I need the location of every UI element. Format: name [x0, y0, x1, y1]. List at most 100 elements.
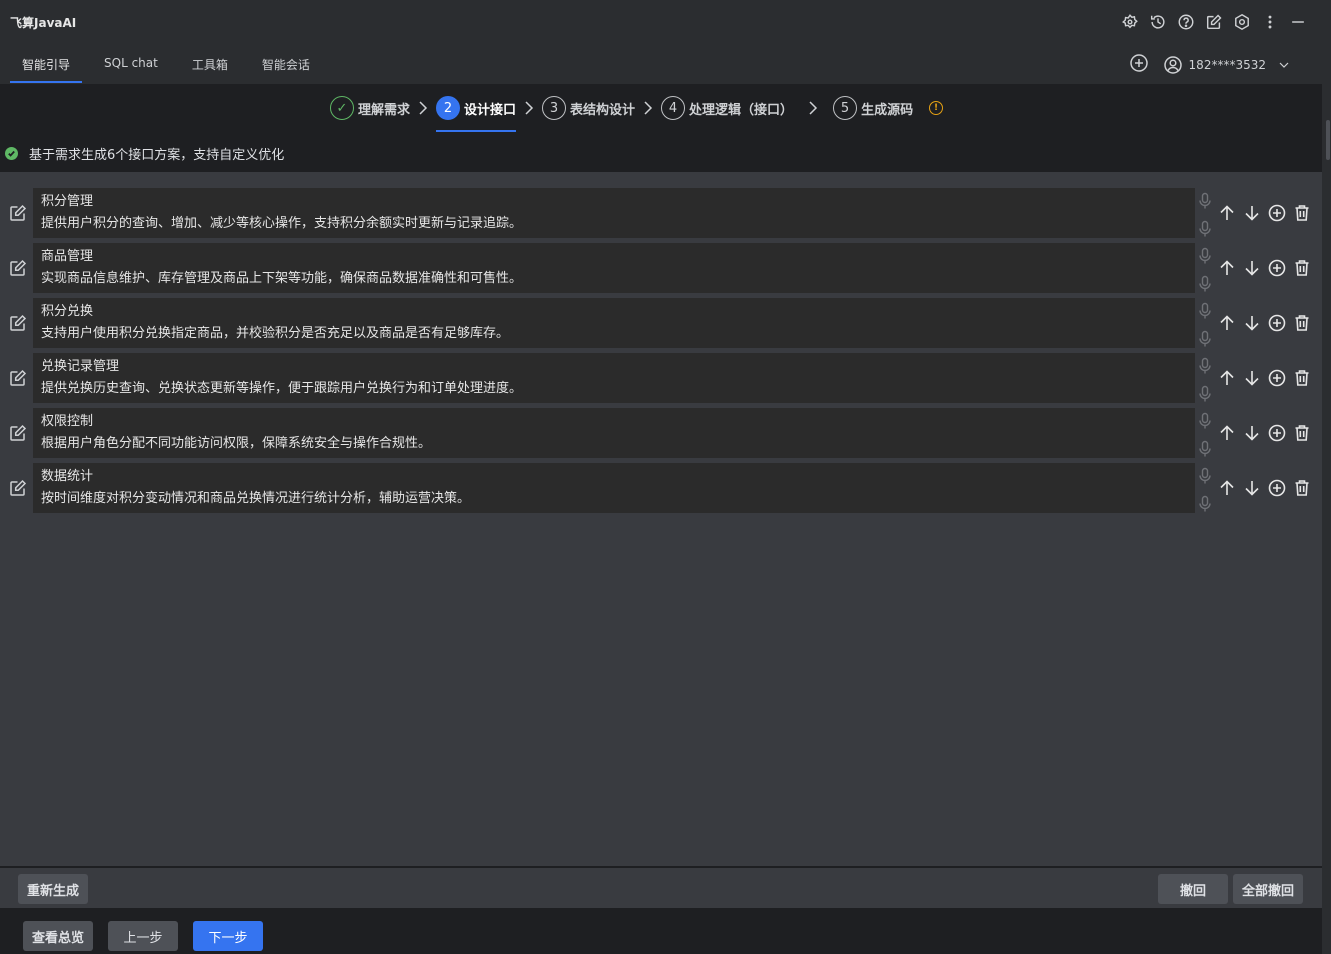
history-icon[interactable]: [1148, 12, 1168, 32]
item-card[interactable]: 数据统计 按时间维度对积分变动情况和商品兑换情况进行统计分析，辅助运营决策。: [33, 463, 1195, 513]
edit-icon[interactable]: [9, 314, 27, 332]
steps-bar: ✓ 理解需求 2 设计接口 3 表结构设计 4 处理逻辑（接口） 5 生成源码 …: [0, 84, 1322, 134]
title-toolbar: [1120, 12, 1308, 32]
edit-icon[interactable]: [9, 259, 27, 277]
move-up-icon[interactable]: [1217, 368, 1237, 388]
microphone-icon[interactable]: [1198, 385, 1212, 407]
list-item: 积分兑换 支持用户使用积分兑换指定商品，并校验积分是否充足以及商品是否有足够库存。: [0, 298, 1322, 348]
tab-sql-chat[interactable]: SQL chat: [92, 50, 170, 83]
move-down-icon[interactable]: [1242, 478, 1262, 498]
tab-smart-guide[interactable]: 智能引导: [10, 50, 83, 83]
item-card[interactable]: 商品管理 实现商品信息维护、库存管理及商品上下架等功能，确保商品数据准确性和可售性…: [33, 243, 1195, 293]
move-down-icon[interactable]: [1242, 313, 1262, 333]
delete-icon[interactable]: [1292, 368, 1312, 388]
add-item-icon[interactable]: [1267, 478, 1287, 498]
add-session-icon[interactable]: [1129, 53, 1149, 77]
chevron-right-icon: [635, 101, 661, 115]
notice-bar: 基于需求生成6个接口方案，支持自定义优化: [0, 134, 1322, 172]
microphone-icon[interactable]: [1198, 412, 1212, 434]
voice-inputs: [1198, 412, 1212, 462]
move-down-icon[interactable]: [1242, 258, 1262, 278]
add-item-icon[interactable]: [1267, 368, 1287, 388]
step-label: 表结构设计: [570, 102, 636, 118]
item-actions: [1217, 203, 1312, 223]
add-item-icon[interactable]: [1267, 423, 1287, 443]
prev-step-button[interactable]: 上一步: [108, 921, 178, 951]
info-icon[interactable]: !: [929, 101, 944, 115]
edit-icon[interactable]: [9, 204, 27, 222]
user-menu[interactable]: 182****3532: [1163, 55, 1292, 75]
edit-icon[interactable]: [9, 369, 27, 387]
microphone-icon[interactable]: [1198, 330, 1212, 352]
move-down-icon[interactable]: [1242, 423, 1262, 443]
delete-icon[interactable]: [1292, 423, 1312, 443]
title-bar: 飞算JavaAI 智能引导 SQL chat 工具箱 智能会话 182****3…: [0, 0, 1322, 83]
scrollbar-thumb[interactable]: [1326, 120, 1330, 160]
add-item-icon[interactable]: [1267, 313, 1287, 333]
microphone-icon[interactable]: [1198, 440, 1212, 462]
microphone-icon[interactable]: [1198, 220, 1212, 242]
move-up-icon[interactable]: [1217, 478, 1237, 498]
tab-smart-session[interactable]: 智能会话: [250, 50, 322, 83]
delete-icon[interactable]: [1292, 258, 1312, 278]
step-design-interface[interactable]: 2 设计接口: [436, 94, 517, 132]
tab-toolbox[interactable]: 工具箱: [180, 50, 240, 83]
regenerate-button[interactable]: 重新生成: [18, 874, 88, 904]
help-icon[interactable]: [1176, 12, 1196, 32]
item-card[interactable]: 权限控制 根据用户角色分配不同功能访问权限，保障系统安全与操作合规性。: [33, 408, 1195, 458]
header-right: 182****3532: [1129, 53, 1292, 77]
step-generate-code[interactable]: 5 生成源码: [833, 94, 913, 122]
step-label: 理解需求: [358, 102, 411, 118]
move-down-icon[interactable]: [1242, 203, 1262, 223]
overview-button[interactable]: 查看总览: [23, 921, 93, 951]
microphone-icon[interactable]: [1198, 495, 1212, 517]
item-card[interactable]: 积分管理 提供用户积分的查询、增加、减少等核心操作，支持积分余额实时更新与记录追踪…: [33, 188, 1195, 238]
undo-all-button[interactable]: 全部撤回: [1233, 874, 1303, 904]
microphone-icon[interactable]: [1198, 302, 1212, 324]
step-number: 5: [833, 96, 858, 120]
microphone-icon[interactable]: [1198, 275, 1212, 297]
step-number: 3: [542, 96, 567, 120]
add-item-icon[interactable]: [1267, 203, 1287, 223]
delete-icon[interactable]: [1292, 313, 1312, 333]
delete-icon[interactable]: [1292, 203, 1312, 223]
edit-icon[interactable]: [1204, 12, 1224, 32]
item-card[interactable]: 积分兑换 支持用户使用积分兑换指定商品，并校验积分是否充足以及商品是否有足够库存。: [33, 298, 1195, 348]
microphone-icon[interactable]: [1198, 192, 1212, 214]
minimize-icon[interactable]: [1288, 12, 1308, 32]
undo-button[interactable]: 撤回: [1158, 874, 1228, 904]
step-table-design[interactable]: 3 表结构设计: [542, 94, 635, 122]
voice-inputs: [1198, 467, 1212, 517]
move-up-icon[interactable]: [1217, 313, 1237, 333]
step-check-icon: ✓: [330, 96, 354, 120]
plugin-icon[interactable]: [1120, 12, 1140, 32]
step-logic[interactable]: 4 处理逻辑（接口）: [661, 94, 793, 122]
settings-icon[interactable]: [1232, 12, 1252, 32]
list-item: 数据统计 按时间维度对积分变动情况和商品兑换情况进行统计分析，辅助运营决策。: [0, 463, 1322, 513]
step-understand-requirements[interactable]: ✓ 理解需求: [330, 94, 410, 122]
next-step-button[interactable]: 下一步: [193, 921, 263, 951]
move-up-icon[interactable]: [1217, 258, 1237, 278]
item-actions: [1217, 478, 1312, 498]
item-actions: [1217, 423, 1312, 443]
more-icon[interactable]: [1260, 12, 1280, 32]
list-item: 兑换记录管理 提供兑换历史查询、兑换状态更新等操作，便于跟踪用户兑换行为和订单处理…: [0, 353, 1322, 403]
move-up-icon[interactable]: [1217, 423, 1237, 443]
item-name: 兑换记录管理: [41, 359, 120, 374]
action-bar: 重新生成 撤回 全部撤回: [0, 868, 1322, 908]
move-up-icon[interactable]: [1217, 203, 1237, 223]
add-item-icon[interactable]: [1267, 258, 1287, 278]
edit-icon[interactable]: [9, 424, 27, 442]
microphone-icon[interactable]: [1198, 247, 1212, 269]
microphone-icon[interactable]: [1198, 357, 1212, 379]
item-card[interactable]: 兑换记录管理 提供兑换历史查询、兑换状态更新等操作，便于跟踪用户兑换行为和订单处理…: [33, 353, 1195, 403]
delete-icon[interactable]: [1292, 478, 1312, 498]
item-name: 积分管理: [41, 194, 94, 209]
item-actions: [1217, 313, 1312, 333]
chevron-right-icon: [516, 101, 542, 115]
microphone-icon[interactable]: [1198, 467, 1212, 489]
item-description: 实现商品信息维护、库存管理及商品上下架等功能，确保商品数据准确性和可售性。: [41, 271, 523, 286]
tab-bar: 智能引导 SQL chat 工具箱 智能会话: [10, 50, 332, 84]
edit-icon[interactable]: [9, 479, 27, 497]
move-down-icon[interactable]: [1242, 368, 1262, 388]
